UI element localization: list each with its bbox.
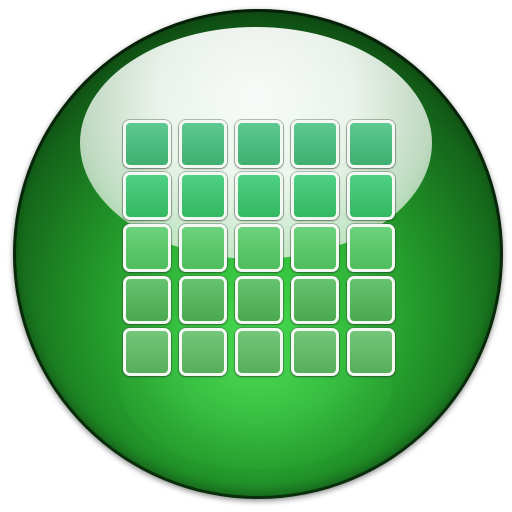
grid-cell [179, 224, 227, 272]
grid-cell [123, 224, 171, 272]
grid-cell [291, 276, 339, 324]
grid-cell [291, 172, 339, 220]
grid-cell [123, 328, 171, 376]
grid-cell [123, 172, 171, 220]
grid-cell [123, 120, 171, 168]
grid-cell [347, 328, 395, 376]
grid-cell [235, 328, 283, 376]
grid-cell [235, 276, 283, 324]
grid-cell [179, 328, 227, 376]
grid-cell [291, 224, 339, 272]
app-icon[interactable] [0, 0, 512, 512]
grid-cell [179, 120, 227, 168]
grid-cell [235, 120, 283, 168]
grid-cell [347, 224, 395, 272]
grid-cell [347, 120, 395, 168]
grid-cell [235, 224, 283, 272]
calendar-grid-icon [123, 120, 395, 376]
grid-cell [347, 172, 395, 220]
grid-cell [235, 172, 283, 220]
grid-cell [347, 276, 395, 324]
grid-cell [179, 276, 227, 324]
grid-cell [291, 328, 339, 376]
grid-cell [291, 120, 339, 168]
grid-cell [123, 276, 171, 324]
grid-cell [179, 172, 227, 220]
